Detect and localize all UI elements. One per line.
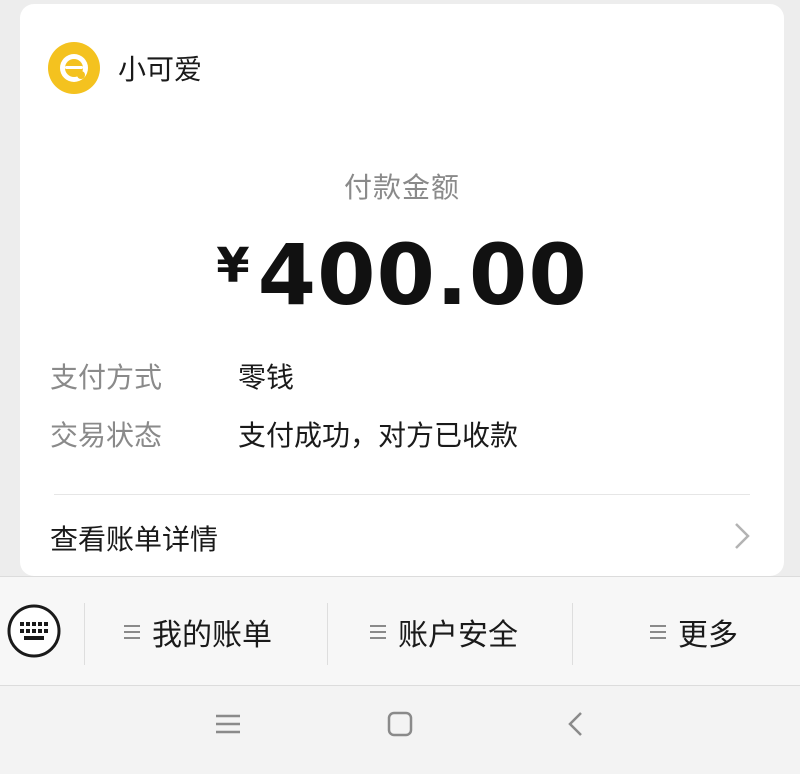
menu-item-my-bills[interactable]: 我的账单 xyxy=(124,607,272,657)
view-bill-detail-link[interactable]: 查看账单详情 xyxy=(50,518,218,558)
menu-separator xyxy=(327,603,328,665)
menu-lines-icon xyxy=(650,623,666,641)
amount-value: 400.00 xyxy=(257,226,588,324)
keyboard-icon[interactable] xyxy=(6,603,62,659)
menu-item-more[interactable]: 更多 xyxy=(650,607,738,657)
merchant-name: 小可爱 xyxy=(118,53,203,86)
system-navigation-bar xyxy=(0,686,800,774)
currency-symbol: ¥ xyxy=(216,238,250,294)
merchant-avatar[interactable] xyxy=(48,42,100,94)
bear-face-icon xyxy=(60,54,88,82)
payment-receipt-screen: 小可爱 付款金额 ¥400.00 支付方式 零钱 交易状态 支付成功，对方已收款… xyxy=(0,0,800,774)
merchant-header[interactable]: 小可爱 xyxy=(48,42,202,94)
detail-row-transaction-status: 交易状态 支付成功，对方已收款 xyxy=(50,414,518,454)
menu-item-label: 账户安全 xyxy=(398,618,518,653)
menu-separator xyxy=(84,603,85,665)
menu-item-label: 更多 xyxy=(678,618,738,653)
menu-item-account-security[interactable]: 账户安全 xyxy=(370,607,518,657)
detail-row-payment-method: 支付方式 零钱 xyxy=(50,356,294,396)
back-chevron-icon[interactable] xyxy=(560,708,592,740)
bottom-menu-bar: 我的账单 账户安全 更多 xyxy=(0,576,800,686)
divider xyxy=(54,494,750,495)
menu-icon[interactable] xyxy=(212,708,244,740)
detail-label: 支付方式 xyxy=(50,361,163,394)
detail-value: 零钱 xyxy=(238,361,295,394)
menu-item-label: 我的账单 xyxy=(152,618,272,653)
payment-amount: ¥400.00 xyxy=(20,226,784,324)
chevron-right-icon[interactable] xyxy=(730,518,754,554)
menu-lines-icon xyxy=(124,623,140,641)
home-square-icon[interactable] xyxy=(384,708,416,740)
detail-value: 支付成功，对方已收款 xyxy=(238,419,519,452)
detail-label: 交易状态 xyxy=(50,419,163,452)
payment-card: 小可爱 付款金额 ¥400.00 支付方式 零钱 交易状态 支付成功，对方已收款… xyxy=(20,4,784,576)
menu-lines-icon xyxy=(370,623,386,641)
menu-separator xyxy=(572,603,573,665)
amount-label: 付款金额 xyxy=(343,171,460,204)
